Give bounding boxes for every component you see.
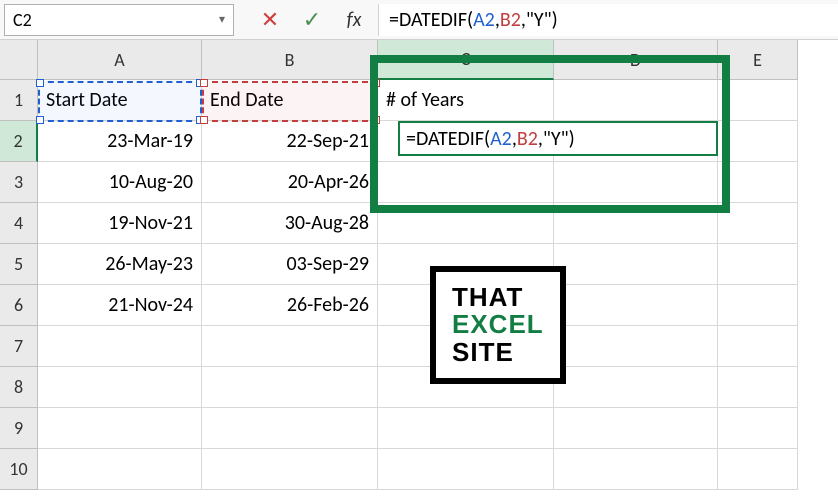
cell-D6[interactable] — [554, 285, 718, 326]
cell-A6[interactable]: 21-Nov-24 — [38, 285, 202, 326]
cell-C9[interactable] — [378, 408, 554, 449]
row-header-8[interactable]: 8 — [0, 367, 38, 408]
cell-E2[interactable] — [718, 121, 798, 162]
name-box-value: C2 — [13, 9, 32, 31]
row-header-10[interactable]: 10 — [0, 449, 38, 490]
cell-B9[interactable] — [202, 408, 378, 449]
cell-C4[interactable] — [378, 203, 554, 244]
cell-D3[interactable] — [554, 162, 718, 203]
cell-D1[interactable] — [554, 80, 718, 121]
cell-E8[interactable] — [718, 367, 798, 408]
cell-E10[interactable] — [718, 449, 798, 490]
cell-D5[interactable] — [554, 244, 718, 285]
cell-E5[interactable] — [718, 244, 798, 285]
active-cell-edit[interactable]: =DATEDIF(A2,B2,"Y") — [398, 121, 718, 156]
cell-A4[interactable]: 19-Nov-21 — [38, 203, 202, 244]
cell-B6[interactable]: 26-Feb-26 — [202, 285, 378, 326]
formula-suffix: ,"Y") — [521, 8, 558, 32]
formula-bar-buttons: ✕ ✓ fx — [238, 8, 378, 32]
cell-A2[interactable]: 23-Mar-19 — [38, 121, 202, 162]
row-header-4[interactable]: 4 — [0, 203, 38, 244]
cell-B10[interactable] — [202, 449, 378, 490]
cell-A7[interactable] — [38, 326, 202, 367]
logo-watermark: THAT EXCEL SITE — [430, 266, 566, 384]
cell-A1[interactable]: Start Date — [38, 80, 202, 121]
row-headers: 1 2 3 4 5 6 7 8 9 10 — [0, 80, 38, 490]
formula-ref-b2: B2 — [500, 8, 521, 32]
cell-B1[interactable]: End Date — [202, 80, 378, 121]
logo-line2: EXCEL — [452, 311, 544, 338]
col-header-B[interactable]: B — [202, 40, 378, 80]
cell-A8[interactable] — [38, 367, 202, 408]
row-header-5[interactable]: 5 — [0, 244, 38, 285]
select-all-corner[interactable] — [0, 40, 38, 80]
fx-icon[interactable]: fx — [342, 8, 366, 32]
formula-ref-a2: A2 — [473, 8, 495, 32]
column-headers: A B C D E — [38, 40, 798, 80]
formula-input[interactable]: =DATEDIF(A2,B2,"Y") — [378, 4, 838, 36]
row-header-9[interactable]: 9 — [0, 408, 38, 449]
cell-B3[interactable]: 20-Apr-26 — [202, 162, 378, 203]
logo-line1: THAT — [452, 284, 544, 311]
cell-B7[interactable] — [202, 326, 378, 367]
edit-ref-b2: B2 — [517, 127, 538, 151]
row-header-3[interactable]: 3 — [0, 162, 38, 203]
edit-prefix: =DATEDIF( — [406, 127, 490, 151]
cancel-icon[interactable]: ✕ — [258, 8, 282, 32]
edit-ref-a2: A2 — [490, 127, 512, 151]
formula-text-prefix: =DATEDIF( — [389, 8, 473, 32]
cell-B8[interactable] — [202, 367, 378, 408]
chevron-down-icon[interactable]: ▾ — [219, 12, 225, 27]
cell-E9[interactable] — [718, 408, 798, 449]
edit-suffix: ,"Y") — [538, 127, 575, 151]
cell-E7[interactable] — [718, 326, 798, 367]
cell-C10[interactable] — [378, 449, 554, 490]
accept-icon[interactable]: ✓ — [300, 8, 324, 32]
col-header-D[interactable]: D — [554, 40, 718, 80]
formula-bar: C2 ▾ ✕ ✓ fx =DATEDIF(A2,B2,"Y") — [0, 0, 838, 40]
row-header-1[interactable]: 1 — [0, 80, 38, 121]
cell-A3[interactable]: 10-Aug-20 — [38, 162, 202, 203]
cell-D9[interactable] — [554, 408, 718, 449]
row-header-7[interactable]: 7 — [0, 326, 38, 367]
cell-D8[interactable] — [554, 367, 718, 408]
cell-C1[interactable]: # of Years — [378, 80, 554, 121]
cell-C3[interactable] — [378, 162, 554, 203]
col-header-E[interactable]: E — [718, 40, 798, 80]
cell-A5[interactable]: 26-May-23 — [38, 244, 202, 285]
cell-B2[interactable]: 22-Sep-21 — [202, 121, 378, 162]
cell-D4[interactable] — [554, 203, 718, 244]
cell-A9[interactable] — [38, 408, 202, 449]
cell-D7[interactable] — [554, 326, 718, 367]
name-box[interactable]: C2 ▾ — [4, 4, 234, 36]
cell-E4[interactable] — [718, 203, 798, 244]
row-header-6[interactable]: 6 — [0, 285, 38, 326]
cell-E3[interactable] — [718, 162, 798, 203]
col-header-C[interactable]: C — [378, 40, 554, 80]
cell-B5[interactable]: 03-Sep-29 — [202, 244, 378, 285]
cell-E1[interactable] — [718, 80, 798, 121]
cell-B4[interactable]: 30-Aug-28 — [202, 203, 378, 244]
logo-line3: SITE — [452, 339, 544, 366]
cell-E6[interactable] — [718, 285, 798, 326]
cell-A10[interactable] — [38, 449, 202, 490]
cell-D10[interactable] — [554, 449, 718, 490]
row-header-2[interactable]: 2 — [0, 121, 38, 162]
col-header-A[interactable]: A — [38, 40, 202, 80]
